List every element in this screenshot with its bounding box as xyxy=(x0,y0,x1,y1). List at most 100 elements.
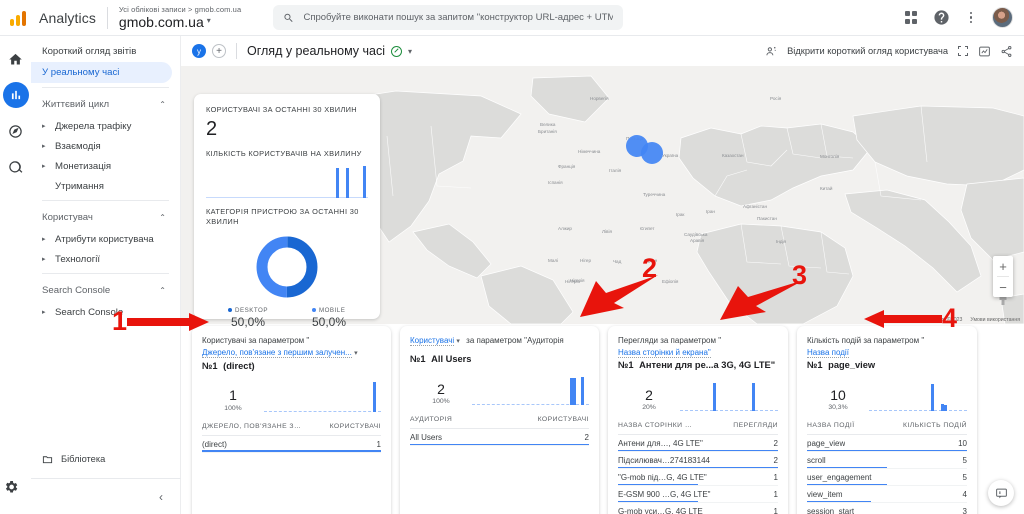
toolbar-actions: Відкрити короткий огляд користувача xyxy=(765,45,1013,58)
sidebar-section-user[interactable]: Користувач ⌃ xyxy=(31,205,180,229)
map-label: Пакистан xyxy=(757,216,777,221)
sidebar-collapse-button[interactable]: ‹ xyxy=(31,478,181,514)
search-input[interactable] xyxy=(303,12,614,23)
table-row[interactable]: E-GSM 900 …G, 4G LTE" 1 xyxy=(618,486,778,504)
card-3-metric-row: 2 20% xyxy=(618,375,778,412)
apps-grid-button[interactable] xyxy=(902,9,920,27)
add-comparison-button[interactable]: + xyxy=(212,44,226,58)
rail-item-home[interactable] xyxy=(3,46,29,72)
table-row[interactable]: Антени для…, 4G LTE" 2 xyxy=(618,435,778,453)
table-row[interactable]: session_start 3 xyxy=(807,503,967,514)
map-label: Іспанія xyxy=(548,180,563,185)
card-1-dimension-selector[interactable]: Джерело, пов'язане з першим залучен... xyxy=(202,347,352,358)
row-label: (direct) xyxy=(202,439,227,449)
user-snapshot-icon[interactable] xyxy=(765,45,778,58)
map-label: Іран xyxy=(706,209,715,214)
map-label: Росія xyxy=(770,96,782,101)
users-per-minute-sparkline xyxy=(206,164,368,198)
map-keyboard-shortcuts-link[interactable]: Комбінації клавіш xyxy=(873,317,916,323)
row-progress-bar xyxy=(618,483,698,486)
user-snapshot-link[interactable]: Відкрити короткий огляд користувача xyxy=(787,46,948,56)
card-3-metric-pct: 20% xyxy=(642,404,656,412)
help-button[interactable] xyxy=(932,9,950,27)
map-label: Німеччина xyxy=(578,149,601,154)
card-3-dimension-selector[interactable]: Назва сторінки й екрана" xyxy=(618,347,711,358)
card-1-rank-prefix: №1 xyxy=(202,360,218,371)
chevron-up-icon: ⌃ xyxy=(159,99,166,109)
card-2-metric-value: 2 xyxy=(437,380,445,397)
sidebar-item-search-console[interactable]: ▸ Search Console xyxy=(31,302,180,322)
sparkline-bar xyxy=(335,167,339,198)
fullscreen-icon[interactable] xyxy=(957,45,969,57)
more-options-button[interactable] xyxy=(962,9,980,27)
sidebar-item-engagement[interactable]: ▸ Взаємодія xyxy=(31,136,180,156)
realtime-overview-card: КОРИСТУВАЧІ ЗА ОСТАННІ 30 ХВИЛИН 2 КІЛЬК… xyxy=(194,94,380,329)
row-value: 3 xyxy=(962,507,967,514)
chevron-down-icon[interactable]: ▾ xyxy=(354,350,358,357)
rail-item-admin[interactable] xyxy=(3,479,19,500)
toolbar-divider xyxy=(236,43,237,59)
map-label: Малі xyxy=(548,258,559,263)
sidebar-item-user-attributes[interactable]: ▸ Атрибути користувача xyxy=(31,229,180,249)
sidebar-label-user-attributes: Атрибути користувача xyxy=(55,233,154,245)
row-progress-bar xyxy=(618,449,778,452)
sidebar-section-search-console[interactable]: Search Console ⌃ xyxy=(31,278,180,302)
card-event-count-by-event-name: Кількість подій за параметром " Назва по… xyxy=(797,326,977,514)
sidebar-section-lifecycle[interactable]: Життєвий цикл ⌃ xyxy=(31,92,180,116)
share-icon[interactable] xyxy=(1000,45,1013,58)
map-zoom-out-button[interactable]: − xyxy=(993,277,1013,297)
table-row[interactable]: user_engagement 5 xyxy=(807,469,967,487)
chevron-down-icon[interactable]: ▾ xyxy=(456,338,460,345)
card-2-sparkline xyxy=(472,373,589,406)
rail-item-explore[interactable] xyxy=(3,118,29,144)
expand-arrow-icon: ▸ xyxy=(42,163,46,170)
table-row[interactable]: scroll 5 xyxy=(807,452,967,470)
sidebar-item-monetisation[interactable]: ▸ Монетизація xyxy=(31,156,180,176)
table-row[interactable]: Підсилювач…274183144 2 xyxy=(618,452,778,470)
legend-label-desktop: DESKTOP xyxy=(235,306,268,314)
table-row[interactable]: All Users 2 xyxy=(410,429,589,447)
sidebar-item-tech[interactable]: ▸ Технології xyxy=(31,249,180,269)
sidebar-label-acquisition: Джерела трафіку xyxy=(55,120,132,132)
chevron-left-icon: ‹ xyxy=(159,489,163,504)
card-4-top-rank: №1 page_view xyxy=(807,360,967,370)
card-1-top-rank: №1 (direct) xyxy=(202,361,381,371)
sparkline-baseline xyxy=(869,410,967,412)
row-progress-bar xyxy=(618,500,698,503)
sidebar-item-retention[interactable]: Утримання xyxy=(31,176,180,196)
card-1-rows: (direct) 1 xyxy=(202,436,381,453)
legend-desktop: DESKTOP 50,0% xyxy=(228,307,268,329)
table-row[interactable]: (direct) 1 xyxy=(202,436,381,453)
help-icon xyxy=(933,10,949,25)
row-label: G-mob уси…G, 4G LTE xyxy=(618,507,703,514)
home-icon xyxy=(9,53,22,64)
table-row[interactable]: G-mob уси…G, 4G LTE 1 xyxy=(618,503,778,514)
property-badge[interactable]: у xyxy=(192,44,206,58)
global-search[interactable] xyxy=(273,5,624,30)
map-active-user-marker xyxy=(641,142,663,164)
sidebar-item-acquisition[interactable]: ▸ Джерела трафіку xyxy=(31,116,180,136)
card-3-rows: Антени для…, 4G LTE" 2 Підсилювач…27418314… xyxy=(618,435,778,514)
card-2-rows: All Users 2 xyxy=(410,429,589,447)
card-2-metric-selector[interactable]: Користувачі xyxy=(410,336,455,346)
account-selector[interactable]: Усі облікові записи > gmob.com.ua gmob.c… xyxy=(119,6,241,30)
table-row[interactable]: page_view 10 xyxy=(807,435,967,453)
insights-icon[interactable] xyxy=(978,45,991,58)
table-row[interactable]: "G-mob під…G, 4G LTE" 1 xyxy=(618,469,778,487)
sidebar-item-reports-snapshot[interactable]: Короткий огляд звітів xyxy=(31,41,180,62)
card-1-col-metric: КОРИСТУВАЧІ xyxy=(329,422,381,430)
rail-item-advertising[interactable] xyxy=(3,154,29,180)
row-value: 1 xyxy=(773,490,778,500)
card-4-dimension-selector[interactable]: Назва події xyxy=(807,347,849,358)
sidebar-item-realtime[interactable]: У реальному часі xyxy=(31,62,172,83)
map-zoom-in-button[interactable]: + xyxy=(993,256,1013,276)
map-label: Туреччина xyxy=(643,192,666,197)
rail-item-reports[interactable] xyxy=(2,82,29,108)
map-zoom-controls[interactable]: + − xyxy=(993,256,1013,297)
feedback-button[interactable] xyxy=(988,480,1014,506)
avatar[interactable] xyxy=(992,7,1013,28)
table-row[interactable]: view_item 4 xyxy=(807,486,967,504)
chevron-down-icon[interactable]: ▾ xyxy=(408,47,412,56)
sidebar-item-library[interactable]: Бібліотека xyxy=(31,448,181,470)
map-terms-link[interactable]: Умови використання xyxy=(970,317,1020,323)
